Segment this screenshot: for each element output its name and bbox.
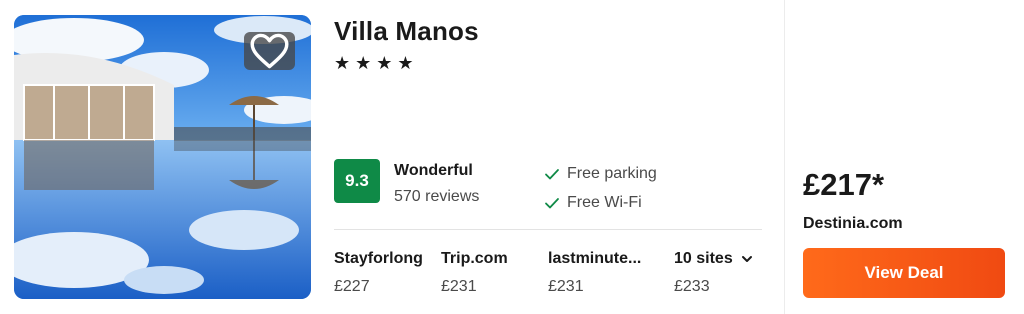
rating-score-badge: 9.3 [334, 159, 380, 203]
hotel-name[interactable]: Villa Manos [334, 16, 479, 47]
rating-label: Wonderful [394, 162, 473, 179]
column-separator [784, 0, 785, 314]
chevron-down-icon [741, 256, 752, 262]
provider-price: £231 [441, 278, 477, 295]
amenity-item: Free parking [544, 165, 657, 183]
review-count[interactable]: 570 reviews [394, 188, 479, 206]
hotel-photo[interactable] [14, 15, 311, 299]
favorite-button[interactable] [244, 32, 295, 70]
check-icon [545, 169, 559, 180]
provider-name: Trip.com [441, 250, 508, 267]
provider-stayforlong[interactable]: Stayforlong £227 [334, 250, 423, 296]
provider-trip-com[interactable]: Trip.com £231 [441, 250, 508, 296]
more-sites-toggle[interactable]: 10 sites [674, 250, 753, 268]
more-sites-dropdown[interactable]: 10 sites £233 [674, 250, 753, 296]
check-icon [545, 198, 559, 209]
provider-name: lastminute... [548, 250, 642, 267]
deal-price: £217* [803, 167, 885, 202]
hotel-result-card: Villa Manos ★★★★ 9.3 Wonderful 570 revie… [0, 0, 1024, 314]
star-rating: ★★★★ [334, 53, 419, 73]
amenity-item: Free Wi-Fi [544, 194, 642, 212]
provider-price: £233 [674, 278, 710, 295]
amenity-label: Free parking [567, 165, 657, 182]
view-deal-button[interactable]: View Deal [803, 248, 1005, 298]
provider-lastminute[interactable]: lastminute... £231 [548, 250, 641, 296]
deal-site-name: Destinia.com [803, 215, 903, 232]
amenity-label: Free Wi-Fi [567, 194, 642, 211]
heart-icon [250, 33, 289, 69]
provider-price: £231 [548, 278, 584, 295]
provider-name: Stayforlong [334, 250, 423, 267]
divider [334, 229, 762, 230]
more-sites-label: 10 sites [674, 250, 733, 267]
provider-price: £227 [334, 278, 370, 295]
